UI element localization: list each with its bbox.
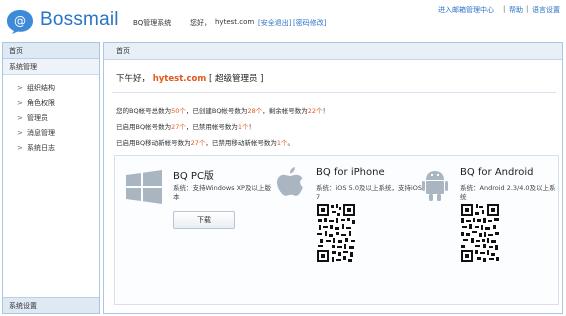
- link-separator: |: [526, 5, 529, 13]
- chevron-right-icon: >: [17, 99, 23, 107]
- tab-home[interactable]: 首页: [104, 43, 562, 60]
- stat-line-enabled: 已启用BQ帐号数为27个，已禁用帐号数为1个！: [116, 121, 255, 131]
- system-name: BQ管理系统: [133, 19, 172, 27]
- iphone-app-title: BQ for iPhone: [316, 167, 385, 178]
- stat-text: ，已创建BQ帐号数为: [185, 107, 248, 115]
- user-domain: hytest.com: [215, 18, 255, 26]
- sidebar-items: > 组织结构 > 角色权限 > 管理员 > 消息管理 > 系统日志: [3, 75, 99, 156]
- sidebar-group-system-management[interactable]: 系统管理: [3, 59, 99, 75]
- stat-text: 已启用BQ帐号数为: [116, 123, 172, 131]
- sidebar-item-label: 消息管理: [27, 129, 55, 137]
- greeting: 您好，: [190, 19, 211, 27]
- mail-admin-center-link[interactable]: 进入邮箱管理中心: [438, 5, 494, 15]
- language-settings-link[interactable]: 语言设置: [532, 5, 560, 15]
- android-icon: [422, 171, 448, 201]
- apple-icon: [277, 167, 303, 196]
- stat-text: 。: [287, 139, 295, 147]
- welcome-message: 下午好， hytest.com [ 超级管理员 ]: [116, 72, 263, 84]
- sidebar-item-home[interactable]: 首页: [3, 43, 99, 59]
- sidebar-item-label: 角色权限: [27, 99, 55, 107]
- sidebar: 首页 系统管理 > 组织结构 > 角色权限 > 管理员 > 消息管理 > 系统日…: [2, 42, 100, 314]
- download-button[interactable]: 下载: [173, 211, 235, 229]
- stat-text: 您的BQ帐号总数为: [116, 107, 172, 115]
- welcome-domain: hytest.com: [152, 74, 207, 84]
- sidebar-item-role-permissions[interactable]: > 角色权限: [3, 96, 99, 111]
- main-panel: 首页 下午好， hytest.com [ 超级管理员 ] 您的BQ帐号总数为50…: [103, 42, 563, 314]
- stat-text: ！: [322, 107, 330, 115]
- logo-text: Bossmail: [40, 9, 119, 30]
- app-header: @ Bossmail BQ管理系统 您好， hytest.com [安全退出] …: [0, 0, 566, 40]
- stat-total: 50个: [171, 107, 186, 115]
- chevron-right-icon: >: [17, 144, 23, 152]
- safe-logout-link[interactable]: [安全退出]: [258, 18, 291, 28]
- help-link[interactable]: 帮助: [509, 5, 523, 15]
- stat-disabled: 1个: [237, 123, 249, 131]
- stat-text: 已启用BQ移动新帐号数为: [116, 139, 191, 147]
- stat-mobile-enabled: 27个: [190, 139, 206, 147]
- pc-app-title: BQ PC版: [173, 171, 214, 182]
- pc-app-desc: 系统：支持Windows XP及以上版本: [173, 184, 271, 201]
- divider: [112, 92, 556, 93]
- stat-text: ，已禁用帐号数为: [185, 123, 238, 131]
- stat-line-mobile: 已启用BQ移动新帐号数为27个，已禁用移动新帐号数为1个。: [116, 137, 294, 147]
- iphone-app-desc: 系统：iOS 5.0及以上系统，支持iOS 7: [316, 184, 422, 201]
- android-app-title: BQ for Android: [460, 167, 534, 178]
- stat-text: ！: [248, 123, 256, 131]
- stat-text: ，剩余帐号数为: [262, 107, 308, 115]
- welcome-role: [ 超级管理员 ]: [208, 74, 264, 84]
- stat-remaining: 22个: [307, 107, 323, 115]
- chevron-right-icon: >: [17, 129, 23, 137]
- download-panel: BQ PC版 系统：支持Windows XP及以上版本 下载 BQ for iP…: [114, 155, 559, 305]
- stat-created: 28个: [247, 107, 263, 115]
- android-app-desc: 系统：Android 2.3/4.0及以上系统: [460, 184, 556, 201]
- chevron-right-icon: >: [17, 114, 23, 122]
- stat-enabled: 27个: [171, 123, 186, 131]
- sidebar-item-system-settings[interactable]: 系统设置: [3, 297, 99, 313]
- chevron-right-icon: >: [17, 84, 23, 92]
- svg-text:@: @: [14, 14, 26, 28]
- stat-line-accounts: 您的BQ帐号总数为50个，已创建BQ帐号数为28个，剩余帐号数为22个！: [116, 105, 329, 115]
- iphone-qr-code[interactable]: [316, 203, 356, 263]
- sidebar-item-org-structure[interactable]: > 组织结构: [3, 81, 99, 96]
- sidebar-item-messages[interactable]: > 消息管理: [3, 126, 99, 141]
- android-qr-code[interactable]: [460, 203, 500, 263]
- link-separator: |: [503, 5, 506, 13]
- bossmail-logo-icon: @: [7, 10, 33, 34]
- sidebar-item-label: 系统日志: [27, 144, 55, 152]
- sidebar-item-admins[interactable]: > 管理员: [3, 111, 99, 126]
- sidebar-item-system-log[interactable]: > 系统日志: [3, 141, 99, 156]
- stat-mobile-disabled: 1个: [276, 139, 288, 147]
- windows-icon: [126, 170, 162, 204]
- welcome-prefix: 下午好，: [116, 74, 151, 84]
- change-password-link[interactable]: [密码修改]: [293, 18, 326, 28]
- sidebar-item-label: 管理员: [27, 114, 48, 122]
- sidebar-item-label: 组织结构: [27, 84, 55, 92]
- stat-text: ，已禁用移动新帐号数为: [205, 139, 277, 147]
